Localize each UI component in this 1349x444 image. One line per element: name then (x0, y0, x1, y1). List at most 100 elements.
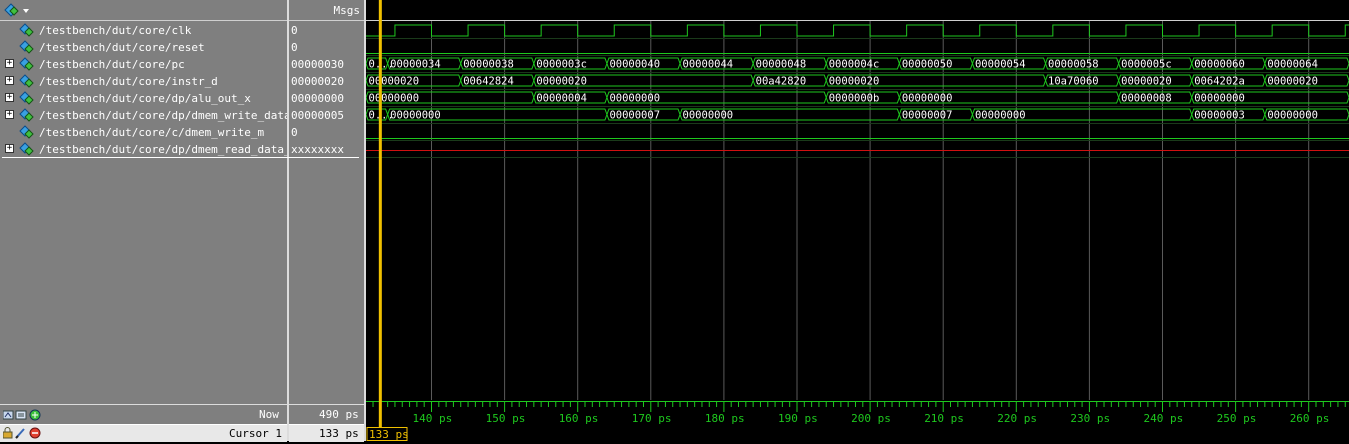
footer-cursor-row: Cursor 1 133 ps (0, 424, 1349, 442)
signal-diamond-icon (19, 125, 34, 139)
bus-value-label: 0000004c (829, 59, 880, 71)
signal-row[interactable]: + /testbench/dut/core/instr_d (0, 73, 287, 90)
bus-segment: 00000020 (533, 74, 754, 88)
expand-icon[interactable]: + (5, 76, 14, 85)
bus-segment: 00000000 (365, 91, 535, 105)
signal-value: 00000000 (291, 92, 344, 105)
bus-segment: 00000008 (1118, 91, 1193, 105)
bus-value-label: 00000000 (390, 110, 441, 122)
bus-segment: 00000054 (971, 57, 1047, 71)
expand-icon[interactable]: + (5, 144, 14, 153)
signal-row[interactable]: + /testbench/dut/core/dp/dmem_read_data_m (0, 141, 297, 158)
signal-name: /testbench/dut/core/dp/dmem_write_data_m (39, 109, 304, 122)
bus-segment: 00000000 (606, 91, 827, 105)
signal-value: 0 (291, 24, 298, 37)
msgs-label: Msgs (333, 4, 361, 17)
bus-value-label: 00000034 (390, 59, 441, 71)
bus-segment: 00000038 (460, 57, 535, 71)
bus-value-label: 00000048 (756, 59, 807, 71)
signal-row[interactable]: + /testbench/dut/core/dp/alu_out_x (0, 90, 287, 107)
bus-segment: 00000000 (971, 108, 1193, 122)
bus-value-label: 10a70060 (1048, 76, 1099, 88)
signal-row[interactable]: /testbench/dut/core/reset (0, 39, 287, 56)
edit-icon[interactable] (15, 428, 25, 439)
list-icon[interactable] (15, 410, 27, 420)
bus-segment: 00000060 (1191, 57, 1266, 71)
bus-segment: 00a42820 (752, 74, 827, 88)
bus-segment: 10a70060 (1045, 74, 1120, 88)
bus-segment: 0000005c (1118, 57, 1193, 71)
bus-value-label: 0000005c (1121, 59, 1172, 71)
bus-value-label: 00000000 (902, 93, 953, 105)
wave-add-icon[interactable] (3, 410, 14, 420)
bus-segment: 00000004 (533, 91, 608, 105)
bus-value-label: 00000000 (1267, 110, 1318, 122)
zoom-in-icon[interactable] (29, 409, 41, 421)
bus-value-label: 00000000 (369, 93, 420, 105)
signal-diamond-icon (19, 40, 34, 54)
bus-value-label: 00000000 (609, 93, 660, 105)
waveform-canvas[interactable]: 0...00000034000000380000003c000000400000… (365, 0, 1349, 441)
lock-icon[interactable] (3, 427, 13, 439)
bus-segment: 00000020 (1264, 74, 1349, 88)
now-label: Now (259, 408, 279, 421)
clk-waveform (366, 24, 1349, 37)
bus-value-label: 00000020 (369, 76, 420, 88)
bus-segment: 00000020 (1118, 74, 1193, 88)
expand-icon[interactable]: + (5, 93, 14, 102)
cursor-label: Cursor 1 (229, 427, 282, 440)
footer-toolbar-2 (3, 427, 41, 439)
bus-value-label: 0000000b (829, 93, 880, 105)
bus-segment: 00000000 (1191, 91, 1349, 105)
bus-segment: 00000048 (752, 57, 827, 71)
signal-diamond-icon (19, 57, 34, 71)
bus-segment: 00642824 (460, 74, 535, 88)
layout-diamond-icon[interactable] (4, 3, 30, 17)
cursor-value: 133 ps (319, 427, 359, 440)
cursor-line[interactable] (378, 0, 382, 427)
bus-segment: 0000000b (825, 91, 900, 105)
bus-value-label: 00000044 (683, 59, 734, 71)
signal-diamond-icon (19, 91, 34, 105)
bus-segment: 00000007 (606, 108, 681, 122)
signal-diamond-icon (19, 74, 34, 88)
bus-value-label: 0064202a (1194, 76, 1245, 88)
bus-segment: 00000034 (387, 57, 462, 71)
bus-value-label: 00000020 (536, 76, 587, 88)
signal-diamond-icon (19, 142, 34, 156)
bus-value-label: 00000064 (1267, 59, 1318, 71)
bus-value-label: 00642824 (463, 76, 514, 88)
signal-row[interactable]: + /testbench/dut/core/pc (0, 56, 287, 73)
bus-segment: 0000004c (825, 57, 900, 71)
signal-row[interactable]: /testbench/dut/core/clk (0, 22, 287, 39)
signal-name: /testbench/dut/core/dp/dmem_read_data_m (39, 143, 298, 156)
signal-name: /testbench/dut/core/clk (39, 24, 192, 37)
bus-value-label: 00000058 (1048, 59, 1099, 71)
bus-segment: 00000040 (606, 57, 681, 71)
expand-icon[interactable]: + (5, 59, 14, 68)
bus-value-label: 00000060 (1194, 59, 1245, 71)
bus-value-label: 00000004 (536, 93, 587, 105)
bus-value-label: 00000000 (1194, 93, 1245, 105)
bus-value-label: 00000003 (1194, 110, 1245, 122)
selection-underline (2, 157, 359, 158)
signal-value: 00000030 (291, 58, 344, 71)
signal-diamond-icon (19, 23, 34, 37)
bus-value-label: 00000020 (829, 76, 880, 88)
signal-row[interactable]: /testbench/dut/core/c/dmem_write_m (0, 124, 287, 141)
remove-icon[interactable] (29, 427, 41, 439)
bus-value-label: 00000007 (902, 110, 953, 122)
bus-segment: 00000044 (679, 57, 754, 71)
values-header: Msgs (289, 0, 364, 21)
waveform-pane[interactable]: 0...00000034000000380000003c000000400000… (365, 0, 1349, 441)
signal-name: /testbench/dut/core/instr_d (39, 75, 218, 88)
names-header (0, 0, 287, 21)
footer-toolbar-1 (3, 409, 41, 421)
bus-value-label: 00a42820 (756, 76, 807, 88)
signal-value-pane: Msgs 0 0 00000030 00000020 00000000 00000005 0… (289, 0, 364, 441)
bus-value-label: 0000003c (536, 59, 587, 71)
now-value: 490 ps (319, 408, 359, 421)
expand-icon[interactable]: + (5, 110, 14, 119)
bus-value-label: 00000000 (975, 110, 1026, 122)
signal-row[interactable]: + /testbench/dut/core/dp/dmem_write_data_… (0, 107, 304, 124)
